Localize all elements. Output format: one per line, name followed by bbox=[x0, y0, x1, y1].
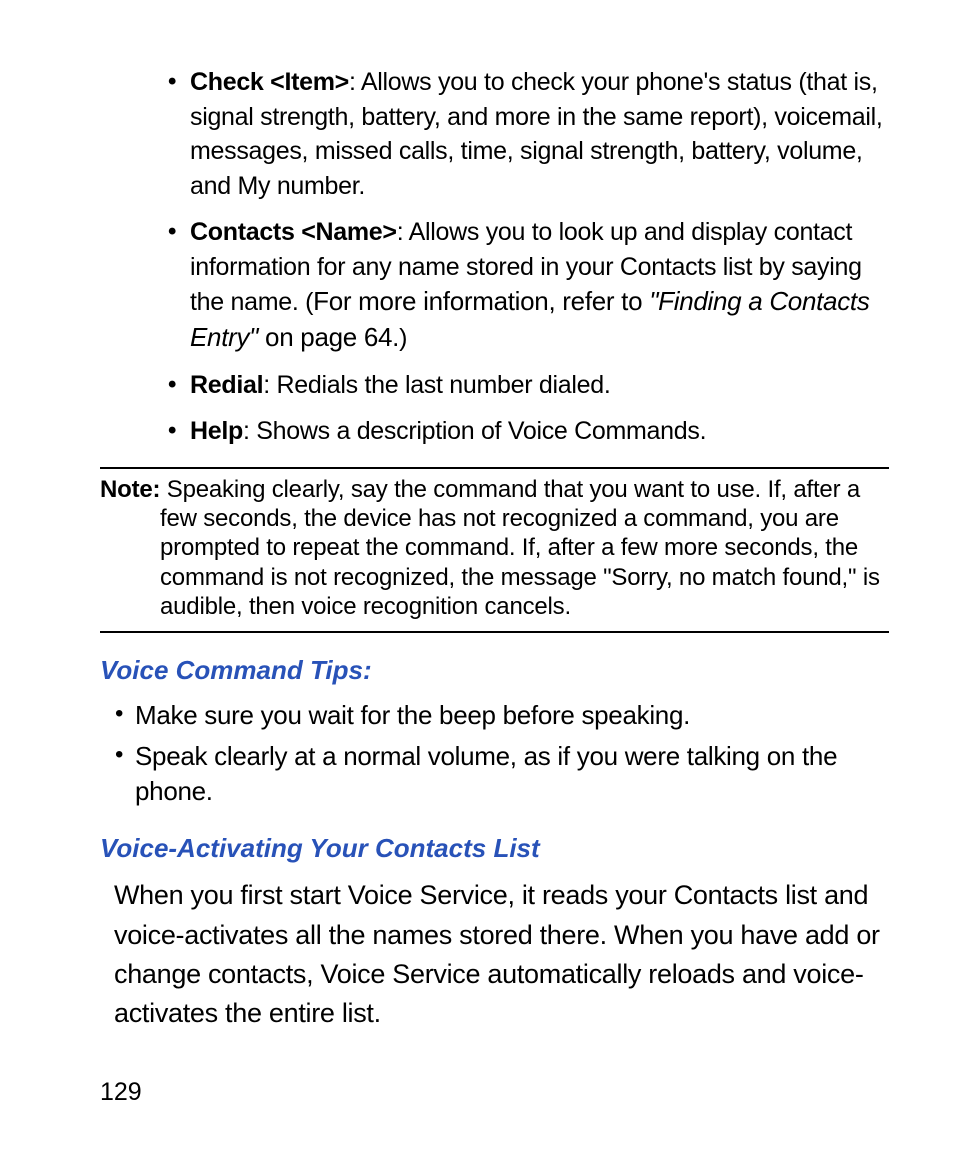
voice-command-tips-heading: Voice Command Tips: bbox=[100, 655, 889, 686]
reference-close: ) bbox=[399, 324, 407, 352]
note-block: Note: Speaking clearly, say the command … bbox=[100, 475, 889, 621]
command-name: Contacts <Name> bbox=[190, 218, 397, 246]
command-name: Help bbox=[190, 417, 243, 445]
command-contacts-item: Contacts <Name>: Allows you to look up a… bbox=[190, 215, 889, 356]
voice-commands-list: Check <Item>: Allows you to check your p… bbox=[100, 65, 889, 449]
command-check-item: Check <Item>: Allows you to check your p… bbox=[190, 65, 889, 203]
tip-item: Make sure you wait for the beep before s… bbox=[135, 698, 889, 733]
command-name: Redial bbox=[190, 371, 263, 399]
divider-top bbox=[100, 467, 889, 469]
command-name: Check <Item> bbox=[190, 68, 349, 96]
tip-item: Speak clearly at a normal volume, as if … bbox=[135, 739, 889, 809]
page-number: 129 bbox=[100, 1078, 142, 1107]
command-help-item: Help: Shows a description of Voice Comma… bbox=[190, 414, 889, 449]
divider-bottom bbox=[100, 631, 889, 633]
tips-list: Make sure you wait for the beep before s… bbox=[100, 698, 889, 809]
command-description: : Shows a description of Voice Commands. bbox=[243, 417, 706, 445]
reference-suffix: on page 64. bbox=[258, 322, 399, 352]
reference-prefix: For more information, refer to bbox=[313, 286, 649, 316]
note-text: Speaking clearly, say the command that y… bbox=[160, 476, 880, 620]
command-redial-item: Redial: Redials the last number dialed. bbox=[190, 368, 889, 403]
voice-activating-body: When you first start Voice Service, it r… bbox=[100, 876, 889, 1033]
note-label: Note: bbox=[100, 476, 160, 503]
command-description: : Redials the last number dialed. bbox=[263, 371, 610, 399]
voice-activating-heading: Voice-Activating Your Contacts List bbox=[100, 833, 889, 864]
